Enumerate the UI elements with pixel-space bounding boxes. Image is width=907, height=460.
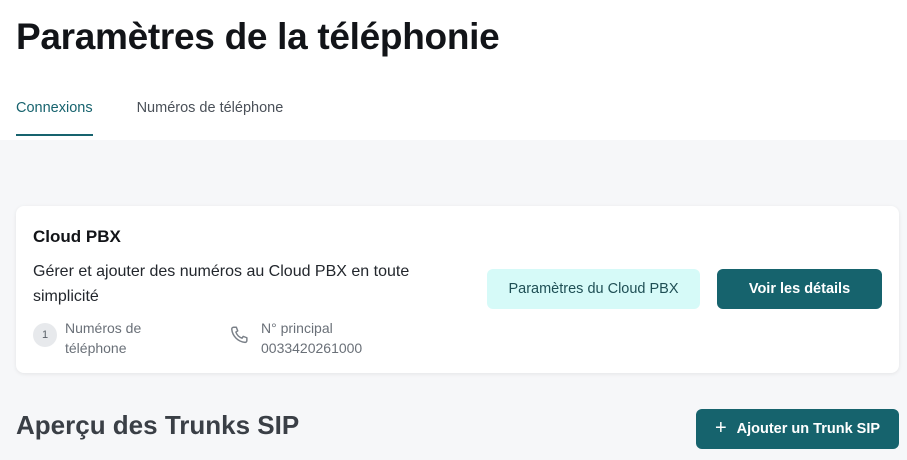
cloud-pbx-settings-button[interactable]: Paramètres du Cloud PBX — [487, 269, 700, 309]
phone-count-info: 1 Numéros de téléphone — [33, 318, 165, 358]
view-details-button[interactable]: Voir les détails — [717, 269, 882, 309]
main-number-info: N° principal 0033420261000 — [229, 318, 362, 358]
main-number-value: 0033420261000 — [261, 340, 363, 356]
cloud-pbx-card: Cloud PBX Gérer et ajouter des numéros a… — [16, 206, 899, 373]
content-area: Cloud PBX Gérer et ajouter des numéros a… — [0, 140, 907, 460]
phone-count-badge: 1 — [33, 323, 57, 347]
card-title: Cloud PBX — [33, 227, 121, 246]
add-sip-trunk-label: Ajouter un Trunk SIP — [736, 421, 881, 437]
main-number-label: N° principal — [261, 320, 333, 336]
phone-count-label: Numéros de téléphone — [65, 320, 142, 356]
tab-bar: Connexions Numéros de téléphone — [16, 100, 283, 136]
phone-icon — [231, 326, 248, 344]
card-description: Gérer et ajouter des numéros au Cloud PB… — [33, 263, 410, 305]
plus-icon: + — [714, 417, 727, 439]
tab-connexions[interactable]: Connexions — [16, 100, 93, 136]
tab-phone-numbers[interactable]: Numéros de téléphone — [137, 100, 284, 136]
page-title: Paramètres de la téléphonie — [16, 16, 500, 57]
sip-trunks-title: Aperçu des Trunks SIP — [16, 410, 300, 440]
add-sip-trunk-button[interactable]: + Ajouter un Trunk SIP — [696, 409, 899, 449]
